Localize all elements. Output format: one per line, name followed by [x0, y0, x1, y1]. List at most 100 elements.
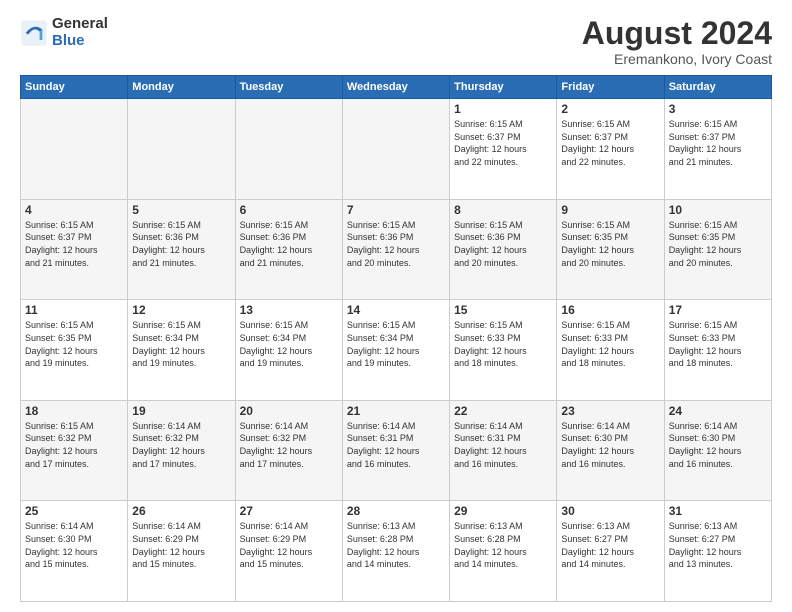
calendar-cell: 13 Sunrise: 6:15 AM Sunset: 6:34 PM Dayli…	[235, 300, 342, 401]
day-info: Sunrise: 6:15 AM Sunset: 6:34 PM Dayligh…	[240, 319, 338, 369]
calendar-cell: 9 Sunrise: 6:15 AM Sunset: 6:35 PM Daylig…	[557, 199, 664, 300]
calendar-cell: 22Sunrise: 6:14 AM Sunset: 6:31 PM Dayli…	[450, 400, 557, 501]
day-info: Sunrise: 6:13 AM Sunset: 6:27 PM Dayligh…	[669, 520, 767, 570]
day-number: 3	[669, 102, 767, 116]
day-number: 15	[454, 303, 552, 317]
day-info: Sunrise: 6:14 AM Sunset: 6:29 PM Dayligh…	[132, 520, 230, 570]
header: General Blue August 2024 Eremankono, Ivo…	[20, 16, 772, 67]
calendar-header-thursday: Thursday	[450, 76, 557, 99]
day-info: Sunrise: 6:14 AM Sunset: 6:30 PM Dayligh…	[25, 520, 123, 570]
calendar-cell: 6 Sunrise: 6:15 AM Sunset: 6:36 PM Daylig…	[235, 199, 342, 300]
calendar-cell: 26 Sunrise: 6:14 AM Sunset: 6:29 PM Dayli…	[128, 501, 235, 602]
day-number: 28	[347, 504, 445, 518]
day-info: Sunrise: 6:13 AM Sunset: 6:28 PM Dayligh…	[454, 520, 552, 570]
calendar-cell: 20Sunrise: 6:14 AM Sunset: 6:32 PM Dayli…	[235, 400, 342, 501]
day-number: 26	[132, 504, 230, 518]
calendar-cell: 31 Sunrise: 6:13 AM Sunset: 6:27 PM Dayli…	[664, 501, 771, 602]
day-number: 4	[25, 203, 123, 217]
day-info: Sunrise: 6:15 AM Sunset: 6:33 PM Dayligh…	[454, 319, 552, 369]
calendar-cell: 17 Sunrise: 6:15 AM Sunset: 6:33 PM Dayli…	[664, 300, 771, 401]
location: Eremankono, Ivory Coast	[582, 51, 772, 67]
day-info: Sunrise: 6:13 AM Sunset: 6:28 PM Dayligh…	[347, 520, 445, 570]
day-number: 2	[561, 102, 659, 116]
calendar-header-sunday: Sunday	[21, 76, 128, 99]
calendar-cell: 2 Sunrise: 6:15 AM Sunset: 6:37 PM Daylig…	[557, 99, 664, 200]
calendar-cell: 12 Sunrise: 6:15 AM Sunset: 6:34 PM Dayli…	[128, 300, 235, 401]
calendar-cell: 24 Sunrise: 6:14 AM Sunset: 6:30 PM Dayli…	[664, 400, 771, 501]
calendar-cell: 8Sunrise: 6:15 AM Sunset: 6:36 PM Daylig…	[450, 199, 557, 300]
day-info: Sunrise: 6:15 AM Sunset: 6:36 PM Dayligh…	[347, 219, 445, 269]
calendar-table: SundayMondayTuesdayWednesdayThursdayFrid…	[20, 75, 772, 602]
calendar-cell: 5Sunrise: 6:15 AM Sunset: 6:36 PM Daylig…	[128, 199, 235, 300]
calendar-cell	[128, 99, 235, 200]
logo-blue-text: Blue	[52, 33, 108, 50]
calendar-week-0: 1 Sunrise: 6:15 AM Sunset: 6:37 PM Daylig…	[21, 99, 772, 200]
calendar-cell	[342, 99, 449, 200]
title-section: August 2024 Eremankono, Ivory Coast	[582, 16, 772, 67]
calendar-header-wednesday: Wednesday	[342, 76, 449, 99]
logo-text: General Blue	[52, 16, 108, 49]
logo: General Blue	[20, 16, 108, 49]
calendar-cell: 3 Sunrise: 6:15 AM Sunset: 6:37 PM Daylig…	[664, 99, 771, 200]
calendar-cell	[235, 99, 342, 200]
day-info: Sunrise: 6:14 AM Sunset: 6:32 PM Dayligh…	[240, 420, 338, 470]
day-number: 30	[561, 504, 659, 518]
calendar-week-4: 25Sunrise: 6:14 AM Sunset: 6:30 PM Dayli…	[21, 501, 772, 602]
page: General Blue August 2024 Eremankono, Ivo…	[0, 0, 792, 612]
logo-icon	[20, 19, 48, 47]
day-number: 6	[240, 203, 338, 217]
day-info: Sunrise: 6:15 AM Sunset: 6:35 PM Dayligh…	[25, 319, 123, 369]
month-year: August 2024	[582, 16, 772, 51]
day-number: 31	[669, 504, 767, 518]
calendar-cell: 23Sunrise: 6:14 AM Sunset: 6:30 PM Dayli…	[557, 400, 664, 501]
day-number: 27	[240, 504, 338, 518]
day-number: 11	[25, 303, 123, 317]
calendar-cell: 11 Sunrise: 6:15 AM Sunset: 6:35 PM Dayli…	[21, 300, 128, 401]
calendar-cell: 18Sunrise: 6:15 AM Sunset: 6:32 PM Dayli…	[21, 400, 128, 501]
calendar-cell: 19 Sunrise: 6:14 AM Sunset: 6:32 PM Dayli…	[128, 400, 235, 501]
calendar-cell: 1 Sunrise: 6:15 AM Sunset: 6:37 PM Daylig…	[450, 99, 557, 200]
day-number: 29	[454, 504, 552, 518]
calendar-cell: 29 Sunrise: 6:13 AM Sunset: 6:28 PM Dayli…	[450, 501, 557, 602]
calendar-header-row: SundayMondayTuesdayWednesdayThursdayFrid…	[21, 76, 772, 99]
day-number: 13	[240, 303, 338, 317]
day-info: Sunrise: 6:15 AM Sunset: 6:34 PM Dayligh…	[132, 319, 230, 369]
day-info: Sunrise: 6:15 AM Sunset: 6:37 PM Dayligh…	[454, 118, 552, 168]
day-number: 9	[561, 203, 659, 217]
day-info: Sunrise: 6:15 AM Sunset: 6:36 PM Dayligh…	[132, 219, 230, 269]
day-info: Sunrise: 6:13 AM Sunset: 6:27 PM Dayligh…	[561, 520, 659, 570]
calendar-cell: 10Sunrise: 6:15 AM Sunset: 6:35 PM Dayli…	[664, 199, 771, 300]
day-number: 1	[454, 102, 552, 116]
day-info: Sunrise: 6:15 AM Sunset: 6:33 PM Dayligh…	[669, 319, 767, 369]
day-info: Sunrise: 6:15 AM Sunset: 6:35 PM Dayligh…	[561, 219, 659, 269]
day-info: Sunrise: 6:15 AM Sunset: 6:37 PM Dayligh…	[25, 219, 123, 269]
calendar-header-monday: Monday	[128, 76, 235, 99]
calendar-week-3: 18Sunrise: 6:15 AM Sunset: 6:32 PM Dayli…	[21, 400, 772, 501]
day-info: Sunrise: 6:15 AM Sunset: 6:37 PM Dayligh…	[561, 118, 659, 168]
day-info: Sunrise: 6:15 AM Sunset: 6:34 PM Dayligh…	[347, 319, 445, 369]
calendar-header-friday: Friday	[557, 76, 664, 99]
day-number: 12	[132, 303, 230, 317]
day-number: 21	[347, 404, 445, 418]
day-info: Sunrise: 6:15 AM Sunset: 6:37 PM Dayligh…	[669, 118, 767, 168]
calendar-cell: 27Sunrise: 6:14 AM Sunset: 6:29 PM Dayli…	[235, 501, 342, 602]
day-info: Sunrise: 6:15 AM Sunset: 6:36 PM Dayligh…	[454, 219, 552, 269]
day-number: 16	[561, 303, 659, 317]
calendar-cell: 7 Sunrise: 6:15 AM Sunset: 6:36 PM Daylig…	[342, 199, 449, 300]
calendar-week-2: 11 Sunrise: 6:15 AM Sunset: 6:35 PM Dayli…	[21, 300, 772, 401]
day-number: 17	[669, 303, 767, 317]
day-info: Sunrise: 6:15 AM Sunset: 6:32 PM Dayligh…	[25, 420, 123, 470]
day-info: Sunrise: 6:15 AM Sunset: 6:36 PM Dayligh…	[240, 219, 338, 269]
calendar-cell: 4 Sunrise: 6:15 AM Sunset: 6:37 PM Daylig…	[21, 199, 128, 300]
day-number: 7	[347, 203, 445, 217]
day-info: Sunrise: 6:14 AM Sunset: 6:32 PM Dayligh…	[132, 420, 230, 470]
day-info: Sunrise: 6:14 AM Sunset: 6:31 PM Dayligh…	[454, 420, 552, 470]
calendar-cell: 14Sunrise: 6:15 AM Sunset: 6:34 PM Dayli…	[342, 300, 449, 401]
day-number: 19	[132, 404, 230, 418]
calendar-cell: 25Sunrise: 6:14 AM Sunset: 6:30 PM Dayli…	[21, 501, 128, 602]
day-info: Sunrise: 6:14 AM Sunset: 6:30 PM Dayligh…	[561, 420, 659, 470]
day-info: Sunrise: 6:15 AM Sunset: 6:35 PM Dayligh…	[669, 219, 767, 269]
day-number: 24	[669, 404, 767, 418]
day-info: Sunrise: 6:14 AM Sunset: 6:30 PM Dayligh…	[669, 420, 767, 470]
calendar-cell: 16Sunrise: 6:15 AM Sunset: 6:33 PM Dayli…	[557, 300, 664, 401]
